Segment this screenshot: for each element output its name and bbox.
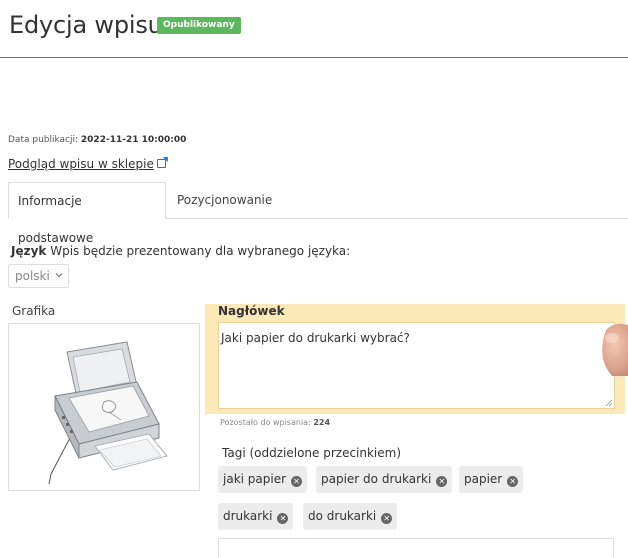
tag-label: drukarki: [223, 509, 273, 523]
heading-label: Nagłówek: [218, 304, 285, 318]
publication-date-value: 2022-11-21 10:00:00: [80, 135, 187, 145]
page-title: Edycja wpisu: [9, 11, 163, 39]
finger-overlay: [602, 323, 628, 376]
tags-input[interactable]: [218, 538, 614, 558]
language-label: Język Wpis będzie prezentowany dla wybra…: [11, 244, 350, 258]
tab-bar: Informacje podstawowe Pozycjonowanie: [8, 182, 628, 245]
tag-item[interactable]: papier do drukarki ✕: [316, 466, 453, 493]
store-preview-link[interactable]: Podgląd wpisu w sklepie: [8, 157, 166, 171]
publication-date: Data publikacji: 2022-11-21 10:00:00: [8, 135, 186, 145]
remove-tag-icon[interactable]: ✕: [291, 476, 303, 487]
tags-label: Tagi (oddzielone przecinkiem): [222, 446, 402, 460]
remove-tag-icon[interactable]: ✕: [381, 513, 393, 524]
chevron-down-icon: [55, 273, 63, 278]
store-preview-link-label: Podgląd wpisu w sklepie: [8, 157, 154, 171]
status-badge: Opublikowany: [157, 17, 241, 34]
tag-item[interactable]: jaki papier ✕: [218, 466, 308, 493]
remove-tag-icon[interactable]: ✕: [507, 476, 519, 487]
resize-grip-icon[interactable]: [605, 399, 612, 406]
tab-basic-info[interactable]: Informacje podstawowe: [8, 182, 166, 245]
tag-item[interactable]: drukarki ✕: [218, 503, 294, 530]
tag-item[interactable]: papier ✕: [459, 466, 524, 493]
remove-tag-icon[interactable]: ✕: [277, 513, 289, 524]
tag-label: jaki papier: [223, 472, 287, 486]
heading-textarea[interactable]: Jaki papier do drukarki wybrać?: [218, 322, 615, 409]
remaining-chars-label: Pozostało do wpisania:: [220, 418, 311, 427]
post-image[interactable]: [8, 323, 200, 491]
tag-item[interactable]: do drukarki ✕: [303, 503, 398, 530]
tag-label: papier do drukarki: [321, 472, 432, 486]
remaining-chars: Pozostało do wpisania: 224: [220, 418, 330, 427]
page-header: Edycja wpisu Opublikowany: [0, 0, 628, 58]
image-label: Grafika: [12, 304, 56, 318]
language-selected-value: polski: [15, 269, 50, 283]
language-label-text: Wpis będzie prezentowany dla wybranego j…: [50, 244, 351, 258]
tab-seo[interactable]: Pozycjonowanie: [168, 182, 281, 219]
tag-label: do drukarki: [308, 509, 377, 523]
language-select[interactable]: polski: [8, 264, 69, 288]
publication-date-label: Data publikacji:: [8, 135, 79, 145]
remaining-chars-value: 224: [313, 418, 331, 427]
external-link-icon: [156, 159, 166, 168]
remove-tag-icon[interactable]: ✕: [436, 476, 448, 487]
language-label-bold: Język: [11, 244, 47, 258]
heading-value: Jaki papier do drukarki wybrać?: [221, 331, 410, 345]
printer-scanner-image: [48, 341, 168, 485]
tag-label: papier: [464, 472, 503, 486]
